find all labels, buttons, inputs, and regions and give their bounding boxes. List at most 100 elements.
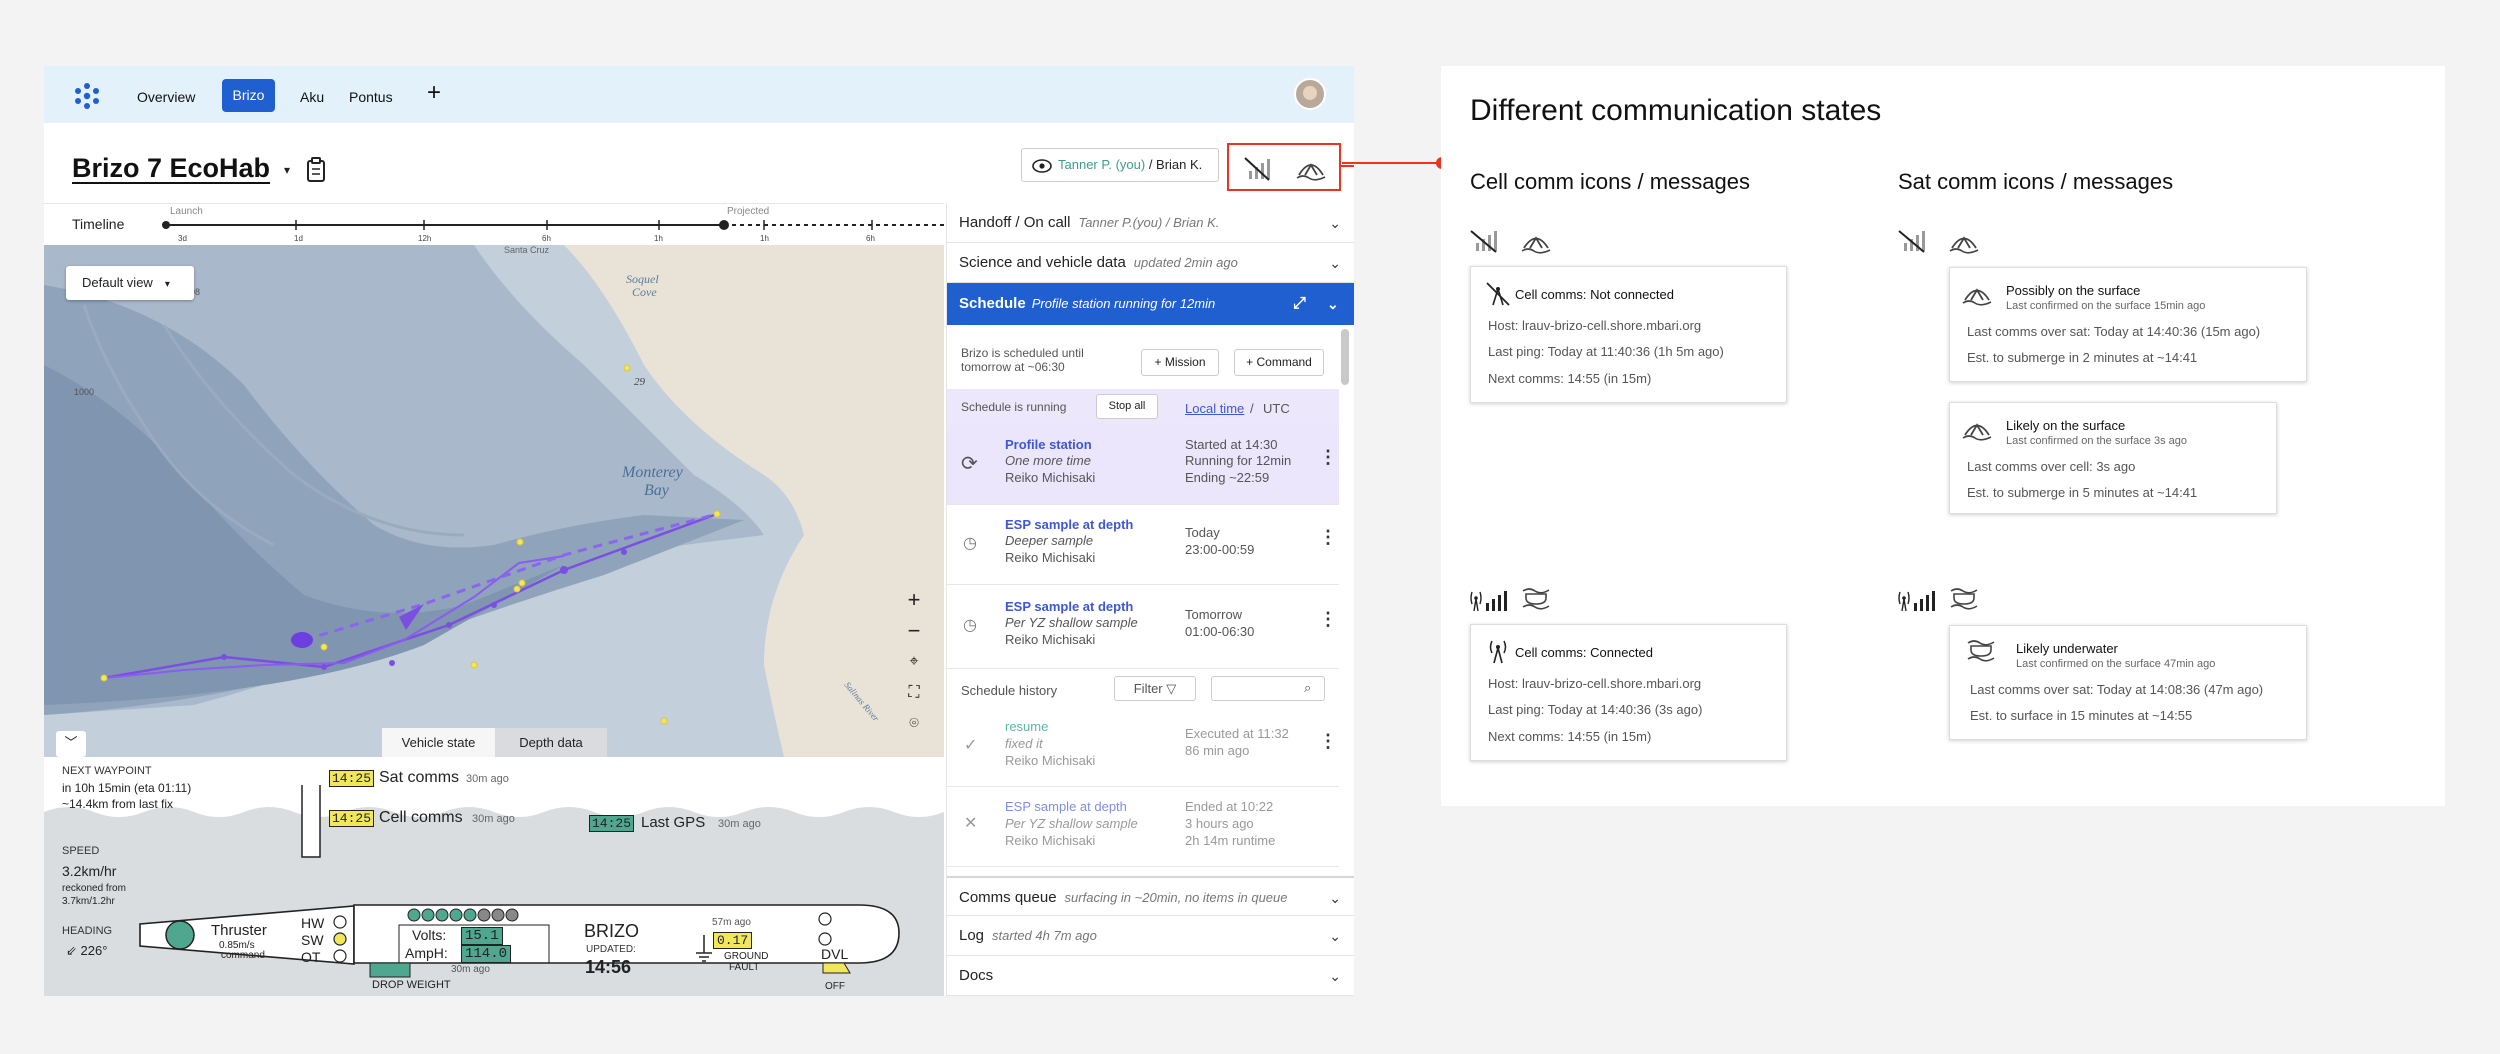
- nav-aku[interactable]: Aku: [300, 89, 324, 105]
- tab-vehicle-state[interactable]: Vehicle state: [382, 728, 495, 757]
- chevron-down-icon: ⌄: [1329, 215, 1341, 231]
- panel-title: Different communication states: [1470, 94, 1882, 127]
- sat-comms-label: Sat comms: [379, 769, 460, 786]
- zoom-in-button[interactable]: +: [900, 587, 928, 615]
- avatar[interactable]: [1294, 78, 1326, 110]
- map[interactable]: Soquel Cove Santa Cruz Monterey Bay 29 S…: [44, 245, 944, 757]
- card-next: Next comms: 14:55 (in 15m): [1488, 371, 1652, 386]
- row-detail: 23:00-00:59: [1185, 542, 1255, 557]
- history-row[interactable]: ✓ resume fixed it Reiko Michisaki Execut…: [947, 711, 1339, 787]
- row-detail: 3 hours ago: [1185, 816, 1254, 831]
- history-row[interactable]: ✕ ESP sample at depth Per YZ shallow sam…: [947, 787, 1339, 867]
- schedule-accordion[interactable]: Schedule Profile station running for 12mi…: [947, 283, 1354, 325]
- more-icon[interactable]: ⋮: [1319, 527, 1337, 548]
- app-logo-icon[interactable]: [72, 81, 102, 111]
- card-host: Host: lrauv-brizo-cell.shore.mbari.org: [1488, 676, 1702, 691]
- comm-status-highlight: [1227, 143, 1341, 191]
- row-owner: Reiko Michisaki: [1005, 833, 1096, 848]
- more-icon[interactable]: ⋮: [1319, 731, 1337, 752]
- card-sub: Last confirmed on the surface 15min ago: [2006, 300, 2206, 312]
- card-line: Last comms over sat: Today at 14:08:36 (…: [1970, 682, 2264, 697]
- location-pin-icon[interactable]: ⌾: [900, 711, 928, 739]
- close-icon: ✕: [964, 815, 978, 832]
- more-icon[interactable]: ⋮: [1319, 447, 1337, 468]
- tab-depth-data[interactable]: Depth data: [495, 728, 607, 757]
- next-waypoint-distance: ~14.4km from last fix: [62, 797, 174, 811]
- speed-note-2: 3.7km/1.2hr: [62, 896, 115, 907]
- sat-likely-surface-card: Likely on the surface Last confirmed on …: [1949, 402, 2277, 514]
- row-owner: Reiko Michisaki: [1005, 470, 1096, 485]
- map-canvas[interactable]: Soquel Cove Santa Cruz Monterey Bay 29 S…: [44, 245, 944, 757]
- on-call-button[interactable]: Tanner P. (you) / Brian K.: [1021, 148, 1219, 182]
- add-mission-button[interactable]: + Mission: [1141, 349, 1219, 376]
- card-ping: Last ping: Today at 11:40:36 (1h 5m ago): [1488, 344, 1724, 359]
- clock-icon: ◷: [963, 535, 977, 552]
- log-sub: started 4h 7m ago: [992, 928, 1097, 943]
- schedule-row[interactable]: ◷ ESP sample at depth Deeper sample Reik…: [947, 505, 1339, 585]
- sat-surface-icon[interactable]: [1295, 153, 1327, 181]
- clipboard-icon[interactable]: [306, 157, 326, 183]
- local-time-toggle[interactable]: Local time: [1185, 401, 1244, 416]
- timeline-track[interactable]: Launch Projected 3d 1d 12h 6h 1h 1h 6h: [154, 204, 954, 246]
- nav-overview[interactable]: Overview: [137, 89, 195, 105]
- expand-icon[interactable]: ⤢: [1293, 283, 1306, 325]
- add-command-button[interactable]: + Command: [1234, 349, 1324, 376]
- row-detail: 86 min ago: [1185, 743, 1250, 758]
- search-icon: ⌕: [1304, 680, 1312, 695]
- chevron-up-icon[interactable]: ⌄: [1327, 283, 1339, 325]
- check-icon: ✓: [964, 737, 978, 754]
- vehicle-position-marker[interactable]: [291, 632, 313, 648]
- hw-label: HW: [301, 915, 325, 931]
- battery-ago: 30m ago: [451, 964, 490, 975]
- science-accordion[interactable]: Science and vehicle data updated 2min ago…: [947, 243, 1354, 283]
- mission-label: Mission: [1164, 355, 1206, 369]
- fit-bounds-icon[interactable]: ⛶: [900, 680, 928, 708]
- card-line: Est. to surface in 15 minutes at ~14:55: [1970, 708, 2193, 723]
- handoff-accordion[interactable]: Handoff / On call Tanner P.(you) / Brian …: [947, 203, 1354, 243]
- sat-underwater-icon: [1522, 588, 1550, 610]
- row-owner: Reiko Michisaki: [1005, 632, 1096, 647]
- timeline: Timeline Launch Projected 3d 1d 12h 6h 1…: [44, 203, 954, 245]
- tick-label: 6h: [542, 234, 551, 243]
- heading-text: 226°: [80, 943, 108, 958]
- more-icon[interactable]: ⋮: [1319, 609, 1337, 630]
- filter-button[interactable]: Filter ▽: [1114, 676, 1196, 701]
- row-sub: One more time: [1005, 453, 1091, 468]
- schedule-running-label: Schedule is running: [961, 400, 1067, 414]
- on-call-separator: /: [1145, 157, 1157, 172]
- cell-comms-ago: 30m ago: [472, 813, 515, 825]
- zoom-out-button[interactable]: −: [900, 618, 928, 646]
- sat-underwater-card: Likely underwater Last confirmed on the …: [1949, 625, 2307, 740]
- collapse-map-button[interactable]: ﹀: [56, 731, 86, 757]
- stop-all-button[interactable]: Stop all: [1096, 394, 1158, 419]
- sat-surface-icon: [1962, 423, 1992, 441]
- map-view-select[interactable]: Default view ▾: [66, 266, 194, 300]
- chevron-down-icon[interactable]: ▾: [284, 163, 290, 177]
- comms-queue-accordion[interactable]: Comms queue surfacing in ~20min, no items…: [947, 876, 1354, 916]
- page-title[interactable]: Brizo 7 EcoHab: [72, 153, 270, 184]
- cell-not-connected-card: Cell comms: Not connected Host: lrauv-br…: [1470, 266, 1787, 403]
- schedule-scrollbar[interactable]: [1341, 329, 1349, 385]
- add-tab-button[interactable]: +: [427, 79, 441, 107]
- vehicle-app: Overview Brizo Aku Pontus + Brizo 7 EcoH…: [44, 66, 1354, 996]
- schedule-until: Brizo is scheduled until: [961, 346, 1084, 360]
- docs-label: Docs: [959, 967, 994, 984]
- row-title: ESP sample at depth: [1005, 599, 1134, 614]
- time-separator: /: [1250, 401, 1254, 416]
- filter-label: Filter: [1133, 681, 1163, 696]
- eye-icon: [1032, 159, 1052, 173]
- schedule-row[interactable]: ⟳ Profile station One more time Reiko Mi…: [947, 425, 1339, 505]
- nav-pontus[interactable]: Pontus: [349, 89, 393, 105]
- cell-signal-disconnected-icon[interactable]: [1243, 155, 1279, 181]
- utc-toggle[interactable]: UTC: [1263, 401, 1290, 416]
- schedule-row[interactable]: ◷ ESP sample at depth Per YZ shallow sam…: [947, 585, 1339, 669]
- log-accordion[interactable]: Log started 4h 7m ago ⌄: [947, 916, 1354, 956]
- history-search-input[interactable]: ⌕: [1211, 676, 1325, 701]
- card-title: Cell comms: Not connected: [1515, 287, 1674, 302]
- cell-connected-icon: [1470, 591, 1507, 612]
- sat-comms-ago: 30m ago: [466, 773, 509, 785]
- recenter-icon[interactable]: ⌖: [900, 649, 928, 677]
- on-call-secondary: Brian K.: [1156, 157, 1203, 172]
- nav-brizo[interactable]: Brizo: [222, 79, 275, 112]
- docs-accordion[interactable]: Docs ⌄: [947, 956, 1354, 996]
